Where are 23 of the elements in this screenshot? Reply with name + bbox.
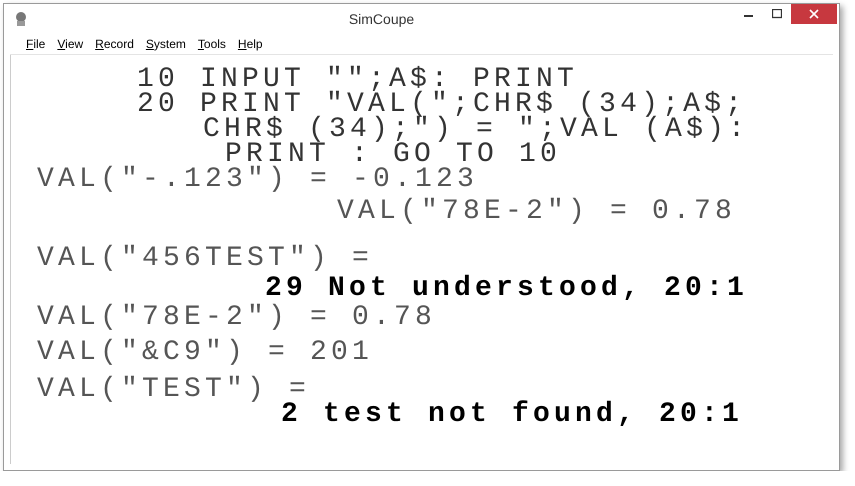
- menu-item[interactable]: System: [140, 37, 192, 51]
- output-line: VAL("456TEST") =: [37, 246, 374, 271]
- output-line: VAL("78E-2") = 0.78: [337, 199, 736, 224]
- window-title: SimCoupe: [348, 11, 416, 27]
- menu-item[interactable]: View: [51, 37, 90, 51]
- error-message: 2 test not found, 20:1: [281, 402, 744, 427]
- program-line: CHR$ (34);") = ";VAL (A$):: [203, 117, 750, 142]
- output-line: VAL("-.123") = -0.123: [37, 167, 478, 192]
- close-icon: [809, 9, 819, 19]
- output-line: VAL("TEST") =: [37, 377, 310, 402]
- output-line: VAL("78E-2") = 0.78: [37, 305, 436, 330]
- app-icon: [14, 11, 28, 27]
- menu-item[interactable]: Help: [232, 37, 269, 51]
- menu-item[interactable]: File: [20, 37, 52, 51]
- program-line: 20 PRINT "VAL(";CHR$ (34);A$;: [137, 92, 746, 117]
- output-line: VAL("&C9") = 201: [37, 340, 374, 365]
- menu-item[interactable]: Tools: [192, 37, 232, 51]
- program-line: PRINT : GO TO 10: [225, 142, 562, 167]
- program-line: 10 INPUT "";A$: PRINT: [137, 67, 578, 92]
- maximize-icon: [772, 9, 782, 19]
- error-message: 29 Not understood, 20:1: [265, 276, 748, 301]
- menu-item[interactable]: Record: [89, 37, 140, 51]
- close-button[interactable]: [791, 4, 837, 24]
